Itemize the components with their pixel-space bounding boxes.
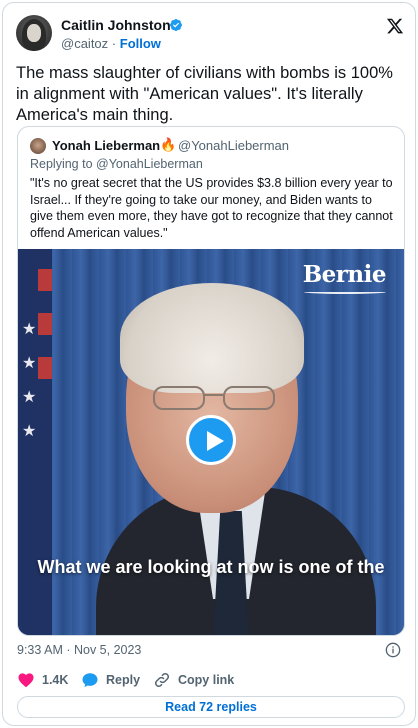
quoted-author-name[interactable]: Yonah Lieberman: [52, 138, 160, 153]
reply-icon: [82, 673, 98, 688]
replying-to-prefix: Replying to: [30, 157, 93, 171]
quoted-author-handle[interactable]: @YonahLieberman: [178, 138, 289, 153]
tweet-header: Caitlin Johnstone @caitoz · Follow: [16, 15, 406, 55]
tweet-text: The mass slaughter of civilians with bom…: [16, 64, 393, 124]
read-replies-button[interactable]: Read 72 replies: [17, 696, 405, 718]
bernie-logo: Bernie: [302, 261, 387, 288]
action-bar: 1.4K Reply Copy link: [17, 669, 405, 691]
author-handle[interactable]: @caitoz: [61, 36, 108, 51]
author-handle-row: @caitoz · Follow: [61, 36, 161, 51]
author-name[interactable]: Caitlin Johnstone: [61, 17, 178, 33]
heart-icon: [18, 673, 34, 688]
bernie-logo-swoosh: [304, 290, 386, 294]
tweet-timestamp[interactable]: 9:33 AM · Nov 5, 2023: [17, 643, 141, 657]
speaker-hair: [120, 283, 304, 393]
x-logo-icon[interactable]: [386, 17, 404, 35]
replying-to: Replying to @YonahLieberman: [30, 157, 203, 171]
quoted-avatar[interactable]: [30, 138, 46, 154]
copy-link-button[interactable]: Copy link: [153, 669, 234, 691]
tweet-card: Caitlin Johnstone @caitoz · Follow The m…: [2, 2, 416, 726]
speaker-glasses: [153, 386, 275, 410]
video-player[interactable]: ★ ★ ★ ★ Bernie What we are looking at no…: [18, 249, 404, 635]
copy-link-label: Copy link: [178, 673, 235, 687]
handle-separator: ·: [111, 36, 117, 51]
quoted-tweet[interactable]: Yonah Lieberman 🔥 @YonahLieberman Replyi…: [17, 126, 405, 636]
play-icon: [207, 431, 224, 451]
follow-button[interactable]: Follow: [120, 36, 161, 51]
fire-emoji: 🔥: [160, 137, 177, 152]
info-icon[interactable]: [385, 642, 401, 658]
author-avatar[interactable]: [16, 15, 52, 51]
reply-label: Reply: [106, 673, 141, 687]
play-button[interactable]: [186, 415, 236, 465]
like-count: 1.4K: [42, 673, 69, 687]
quoted-text: "It's no great secret that the US provid…: [30, 176, 393, 240]
video-caption: What we are looking at now is one of the: [37, 557, 385, 577]
like-button[interactable]: 1.4K: [17, 669, 68, 691]
reply-button[interactable]: Reply: [81, 669, 140, 691]
verified-badge-icon: [170, 19, 182, 31]
link-icon: [154, 672, 170, 688]
replying-to-handle[interactable]: @YonahLieberman: [96, 157, 203, 171]
